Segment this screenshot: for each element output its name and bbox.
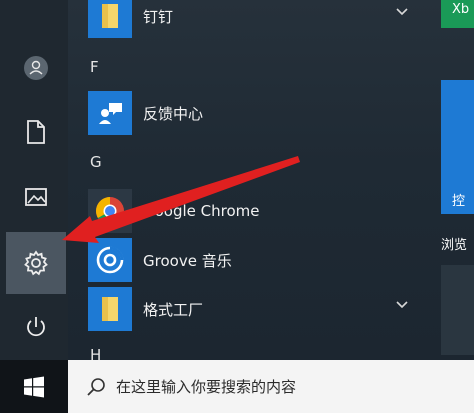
app-label: 格式工厂 (143, 300, 204, 319)
control-panel-tile-label: 控 (452, 194, 466, 209)
chevron-down-icon[interactable] (396, 8, 408, 16)
gear-icon (24, 250, 48, 276)
app-label: 反馈中心 (143, 104, 204, 123)
start-button[interactable] (0, 360, 68, 413)
search-placeholder: 在这里输入你要搜索的内容 (116, 378, 297, 396)
section-letter[interactable]: G (90, 153, 102, 171)
start-menu: 钉钉 F 反馈中心 G Google Chrome Groove 音乐 格式工厂… (0, 0, 474, 413)
windows-logo-icon (24, 376, 44, 397)
power-icon (27, 317, 45, 337)
app-label: Google Chrome (143, 202, 260, 220)
list-item[interactable]: 钉钉 (88, 0, 428, 38)
settings-button[interactable] (6, 232, 66, 294)
app-label: 钉钉 (143, 7, 174, 26)
feedback-hub-icon (88, 91, 132, 135)
app-tile[interactable] (441, 265, 474, 355)
search-icon (86, 377, 106, 397)
list-item[interactable]: 反馈中心 (88, 91, 428, 135)
document-icon (27, 120, 45, 144)
documents-button[interactable] (6, 110, 66, 154)
folder-icon (88, 0, 132, 38)
user-account-button[interactable] (6, 46, 66, 90)
taskbar-search-box[interactable]: 在这里输入你要搜索的内容 (68, 360, 474, 413)
browse-group-label: 浏览 (441, 238, 468, 253)
section-letter[interactable]: F (90, 58, 99, 76)
list-item[interactable]: Google Chrome (88, 189, 428, 233)
chrome-icon (88, 189, 132, 233)
user-avatar-icon (24, 56, 48, 80)
list-item[interactable]: Groove 音乐 (88, 238, 428, 282)
power-button[interactable] (6, 305, 66, 349)
app-label: Groove 音乐 (143, 251, 232, 270)
chevron-down-icon[interactable] (396, 301, 408, 309)
xbox-tile-label: Xb (452, 2, 470, 17)
pictures-button[interactable] (6, 175, 66, 219)
folder-icon (88, 287, 132, 331)
picture-icon (25, 188, 47, 206)
list-item[interactable]: 格式工厂 (88, 287, 428, 331)
groove-music-icon (88, 238, 132, 282)
start-menu-rail (0, 0, 68, 360)
